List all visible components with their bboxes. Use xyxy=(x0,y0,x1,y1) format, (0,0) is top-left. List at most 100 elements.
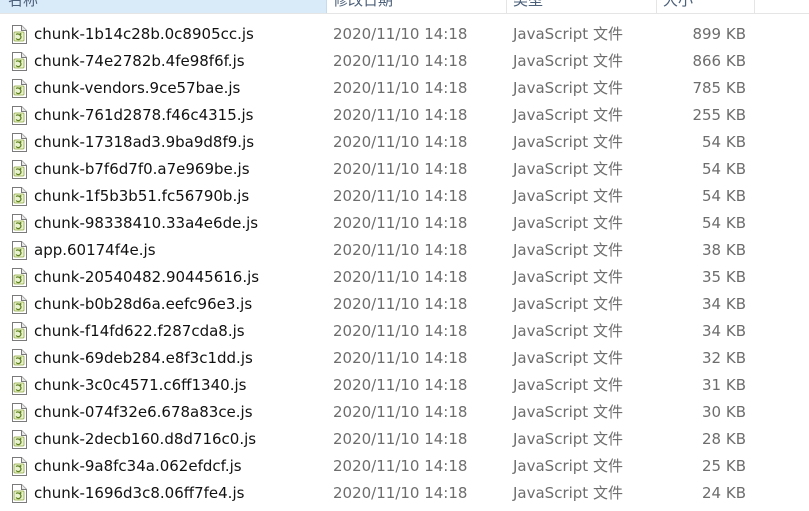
file-size: 25 KB xyxy=(702,457,746,475)
file-row[interactable]: chunk-69deb284.e8f3c1dd.js 2020/11/10 14… xyxy=(0,345,809,372)
column-header-name[interactable]: 名称 xyxy=(0,0,327,13)
file-date-modified: 2020/11/10 14:18 xyxy=(333,430,468,448)
file-date-modified: 2020/11/10 14:18 xyxy=(333,106,468,124)
file-explorer-list: 名称 修改日期 类型 大小 chunk-1b14c28b.0c8905cc.js… xyxy=(0,0,809,511)
file-size: 785 KB xyxy=(692,79,746,97)
file-type: JavaScript 文件 xyxy=(513,457,623,475)
file-size: 54 KB xyxy=(702,187,746,205)
file-row[interactable]: chunk-74e2782b.4fe98f6f.js 2020/11/10 14… xyxy=(0,48,809,75)
file-type: JavaScript 文件 xyxy=(513,214,623,232)
file-date-modified: 2020/11/10 14:18 xyxy=(333,187,468,205)
file-row[interactable]: chunk-17318ad3.9ba9d8f9.js 2020/11/10 14… xyxy=(0,129,809,156)
file-type: JavaScript 文件 xyxy=(513,484,623,502)
file-date-modified: 2020/11/10 14:18 xyxy=(333,25,468,43)
file-name: chunk-761d2878.f46c4315.js xyxy=(34,106,254,124)
file-date-modified: 2020/11/10 14:18 xyxy=(333,268,468,286)
file-row[interactable]: chunk-b0b28d6a.eefc96e3.js 2020/11/10 14… xyxy=(0,291,809,318)
file-name: chunk-1696d3c8.06ff7fe4.js xyxy=(34,484,245,502)
javascript-file-icon xyxy=(11,187,27,206)
javascript-file-icon xyxy=(11,214,27,233)
file-size: 38 KB xyxy=(702,241,746,259)
javascript-file-icon xyxy=(11,268,27,287)
column-header-size[interactable]: 大小 xyxy=(657,0,755,13)
file-date-modified: 2020/11/10 14:18 xyxy=(333,133,468,151)
file-type: JavaScript 文件 xyxy=(513,52,623,70)
file-date-modified: 2020/11/10 14:18 xyxy=(333,403,468,421)
file-date-modified: 2020/11/10 14:18 xyxy=(333,160,468,178)
file-name: chunk-vendors.9ce57bae.js xyxy=(34,79,241,97)
file-name: chunk-1b14c28b.0c8905cc.js xyxy=(34,25,254,43)
file-row[interactable]: chunk-1f5b3b51.fc56790b.js 2020/11/10 14… xyxy=(0,183,809,210)
file-size: 866 KB xyxy=(692,52,746,70)
file-name: app.60174f4e.js xyxy=(34,241,156,259)
file-row[interactable]: chunk-b7f6d7f0.a7e969be.js 2020/11/10 14… xyxy=(0,156,809,183)
javascript-file-icon xyxy=(11,133,27,152)
file-size: 255 KB xyxy=(692,106,746,124)
file-name: chunk-b7f6d7f0.a7e969be.js xyxy=(34,160,250,178)
file-type: JavaScript 文件 xyxy=(513,403,623,421)
javascript-file-icon xyxy=(11,79,27,98)
file-size: 54 KB xyxy=(702,133,746,151)
javascript-file-icon xyxy=(11,484,27,503)
file-name: chunk-74e2782b.4fe98f6f.js xyxy=(34,52,245,70)
file-date-modified: 2020/11/10 14:18 xyxy=(333,484,468,502)
file-type: JavaScript 文件 xyxy=(513,430,623,448)
file-date-modified: 2020/11/10 14:18 xyxy=(333,241,468,259)
javascript-file-icon xyxy=(11,106,27,125)
file-name: chunk-2decb160.d8d716c0.js xyxy=(34,430,257,448)
file-row[interactable]: chunk-1696d3c8.06ff7fe4.js 2020/11/10 14… xyxy=(0,480,809,507)
file-name: chunk-69deb284.e8f3c1dd.js xyxy=(34,349,253,367)
file-size: 28 KB xyxy=(702,430,746,448)
file-date-modified: 2020/11/10 14:18 xyxy=(333,376,468,394)
file-size: 54 KB xyxy=(702,160,746,178)
file-type: JavaScript 文件 xyxy=(513,241,623,259)
file-row[interactable]: chunk-vendors.9ce57bae.js 2020/11/10 14:… xyxy=(0,75,809,102)
file-list: chunk-1b14c28b.0c8905cc.js 2020/11/10 14… xyxy=(0,21,809,507)
javascript-file-icon xyxy=(11,322,27,341)
file-row[interactable]: chunk-98338410.33a4e6de.js 2020/11/10 14… xyxy=(0,210,809,237)
file-name: chunk-17318ad3.9ba9d8f9.js xyxy=(34,133,255,151)
file-size: 30 KB xyxy=(702,403,746,421)
file-type: JavaScript 文件 xyxy=(513,376,623,394)
file-type: JavaScript 文件 xyxy=(513,322,623,340)
file-type: JavaScript 文件 xyxy=(513,268,623,286)
file-type: JavaScript 文件 xyxy=(513,349,623,367)
file-name: chunk-98338410.33a4e6de.js xyxy=(34,214,259,232)
file-name: chunk-074f32e6.678a83ce.js xyxy=(34,403,253,421)
file-name: chunk-f14fd622.f287cda8.js xyxy=(34,322,245,340)
javascript-file-icon xyxy=(11,241,27,260)
column-header-type[interactable]: 类型 xyxy=(507,0,657,13)
file-date-modified: 2020/11/10 14:18 xyxy=(333,322,468,340)
file-size: 35 KB xyxy=(702,268,746,286)
file-row[interactable]: chunk-074f32e6.678a83ce.js 2020/11/10 14… xyxy=(0,399,809,426)
javascript-file-icon xyxy=(11,457,27,476)
javascript-file-icon xyxy=(11,403,27,422)
file-type: JavaScript 文件 xyxy=(513,160,623,178)
javascript-file-icon xyxy=(11,25,27,44)
javascript-file-icon xyxy=(11,430,27,449)
file-date-modified: 2020/11/10 14:18 xyxy=(333,457,468,475)
file-name: chunk-3c0c4571.c6ff1340.js xyxy=(34,376,247,394)
file-row[interactable]: chunk-1b14c28b.0c8905cc.js 2020/11/10 14… xyxy=(0,21,809,48)
file-row[interactable]: chunk-2decb160.d8d716c0.js 2020/11/10 14… xyxy=(0,426,809,453)
file-row[interactable]: chunk-9a8fc34a.062efdcf.js 2020/11/10 14… xyxy=(0,453,809,480)
file-row[interactable]: chunk-761d2878.f46c4315.js 2020/11/10 14… xyxy=(0,102,809,129)
file-name: chunk-20540482.90445616.js xyxy=(34,268,260,286)
column-header-filler xyxy=(755,0,809,13)
file-date-modified: 2020/11/10 14:18 xyxy=(333,79,468,97)
file-date-modified: 2020/11/10 14:18 xyxy=(333,214,468,232)
javascript-file-icon xyxy=(11,376,27,395)
file-row[interactable]: app.60174f4e.js 2020/11/10 14:18 JavaScr… xyxy=(0,237,809,264)
file-type: JavaScript 文件 xyxy=(513,106,623,124)
javascript-file-icon xyxy=(11,349,27,368)
file-row[interactable]: chunk-f14fd622.f287cda8.js 2020/11/10 14… xyxy=(0,318,809,345)
file-date-modified: 2020/11/10 14:18 xyxy=(333,349,468,367)
file-name: chunk-b0b28d6a.eefc96e3.js xyxy=(34,295,253,313)
file-type: JavaScript 文件 xyxy=(513,187,623,205)
file-type: JavaScript 文件 xyxy=(513,133,623,151)
file-row[interactable]: chunk-20540482.90445616.js 2020/11/10 14… xyxy=(0,264,809,291)
file-type: JavaScript 文件 xyxy=(513,295,623,313)
file-row[interactable]: chunk-3c0c4571.c6ff1340.js 2020/11/10 14… xyxy=(0,372,809,399)
file-type: JavaScript 文件 xyxy=(513,25,623,43)
column-header-date-modified[interactable]: 修改日期 xyxy=(327,0,507,13)
